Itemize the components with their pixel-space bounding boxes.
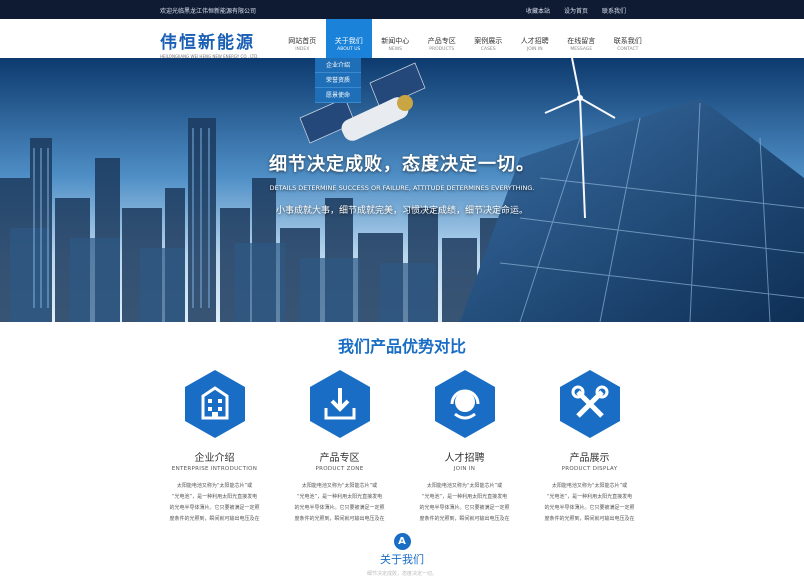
logo-text: 伟恒新能源 bbox=[160, 33, 255, 53]
card-subtitle: JOIN IN bbox=[453, 466, 476, 472]
logo[interactable]: 伟恒新能源 HEILONGJIANG WEI HENG NEW ENERGY C… bbox=[160, 28, 259, 59]
card-enterprise[interactable]: 企业介绍 ENTERPRISE INTRODUCTION 太阳能电池又称为“太阳… bbox=[167, 368, 262, 525]
desc-line: “光电池”，是一种利用太阳光直接发电 bbox=[171, 494, 258, 500]
card-title: 产品专区 bbox=[319, 453, 360, 464]
desc-line: 的光电半导体薄片。它只要被满足一定照 bbox=[544, 505, 635, 511]
set-homepage-link[interactable]: 设为首页 bbox=[564, 6, 588, 15]
bookmark-link[interactable]: 收藏本站 bbox=[526, 6, 550, 15]
about-title: 关于我们 bbox=[380, 553, 424, 566]
card-title: 人才招聘 bbox=[444, 453, 485, 464]
card-subtitle: ENTERPRISE INTRODUCTION bbox=[171, 466, 258, 472]
nav-label: 人才招聘 bbox=[520, 37, 549, 45]
tools-icon bbox=[559, 370, 620, 438]
nav-label: 联系我们 bbox=[613, 37, 642, 45]
nav-sublabel: NEWS bbox=[388, 47, 402, 52]
card-subtitle: PRODUCT ZONE bbox=[315, 466, 364, 472]
nav-sublabel: CASES bbox=[480, 47, 496, 52]
card-description: 太阳能电池又称为“太阳能芯片”或 “光电池”，是一种利用太阳光直接发电 的光电半… bbox=[417, 481, 512, 525]
desc-line: 太阳能电池又称为“太阳能芯片”或 bbox=[176, 483, 253, 489]
nav-label: 案例展示 bbox=[474, 37, 503, 45]
desc-line: 太阳能电池又称为“太阳能芯片”或 bbox=[551, 483, 628, 489]
desc-line: 的光电半导体薄片。它只要被满足一定照 bbox=[419, 505, 510, 511]
card-products[interactable]: 产品专区 PRODUCT ZONE 太阳能电池又称为“太阳能芯片”或 “光电池”… bbox=[292, 368, 387, 525]
nav-item-join[interactable]: 人才招聘 JOIN IN bbox=[512, 19, 559, 58]
welcome-text: 欢迎光临黑龙江伟恒新能源有限公司 bbox=[160, 8, 257, 15]
nav-item-contact[interactable]: 联系我们 CONTACT bbox=[605, 19, 652, 58]
top-links: 收藏本站 设为首页 联系我们 bbox=[526, 6, 626, 15]
card-description: 太阳能电池又称为“太阳能芯片”或 “光电池”，是一种利用太阳光直接发电 的光电半… bbox=[542, 481, 637, 525]
about-subtitle: 细节决定成败，态度决定一切。 bbox=[366, 571, 437, 577]
card-title: 产品展示 bbox=[569, 453, 610, 464]
nav-item-cases[interactable]: 案例展示 CASES bbox=[465, 19, 512, 58]
nav-item-index[interactable]: 网站首页 INDEX bbox=[279, 19, 326, 58]
nav-item-message[interactable]: 在线留言 MESSAGE bbox=[558, 19, 605, 58]
desc-line: “光电池”，是一种利用太阳光直接发电 bbox=[421, 494, 508, 500]
desc-line: 的光电半导体薄片。它只要被满足一定照 bbox=[294, 505, 385, 511]
nav-item-about[interactable]: 关于我们 ABOUT US bbox=[325, 19, 372, 58]
banner-slogan-sub: 小事成就大事，细节成就完美，习惯决定成绩，细节决定命运。 bbox=[275, 206, 528, 216]
nav-sublabel: ABOUT US bbox=[337, 47, 361, 52]
download-icon bbox=[309, 370, 370, 438]
about-dropdown: 企业介绍 荣誉资质 愿景使命 bbox=[315, 58, 361, 103]
desc-line: 度条件的光照到，瞬间就可输出电压及在 bbox=[419, 516, 510, 522]
nav-label: 在线留言 bbox=[567, 37, 596, 45]
nav-label: 产品专区 bbox=[427, 37, 456, 45]
dropdown-item-intro[interactable]: 企业介绍 bbox=[315, 58, 361, 73]
hero-banner: 细节决定成败，态度决定一切。 DETAILS DETERMINE SUCCESS… bbox=[0, 58, 804, 322]
headset-icon bbox=[434, 370, 495, 438]
card-description: 太阳能电池又称为“太阳能芯片”或 “光电池”，是一种利用太阳光直接发电 的光电半… bbox=[167, 481, 262, 525]
contact-link[interactable]: 联系我们 bbox=[602, 6, 626, 15]
nav-label: 新闻中心 bbox=[381, 37, 410, 45]
nav-sublabel: JOIN IN bbox=[526, 47, 543, 52]
nav-sublabel: MESSAGE bbox=[570, 47, 593, 52]
dropdown-item-honors[interactable]: 荣誉资质 bbox=[315, 73, 361, 88]
top-bar: 欢迎光临黑龙江伟恒新能源有限公司 收藏本站 设为首页 联系我们 bbox=[0, 0, 804, 19]
desc-line: 度条件的光照到，瞬间就可输出电压及在 bbox=[169, 516, 260, 522]
card-title: 企业介绍 bbox=[194, 453, 235, 464]
nav-sublabel: INDEX bbox=[295, 47, 310, 52]
nav-label: 网站首页 bbox=[288, 37, 317, 45]
section-title: 我们产品优势对比 bbox=[337, 337, 466, 356]
desc-line: 度条件的光照到，瞬间就可输出电压及在 bbox=[294, 516, 385, 522]
about-section: A 关于我们 细节决定成败，态度决定一切。 bbox=[0, 533, 804, 577]
main-nav: 网站首页 INDEX 关于我们 ABOUT US 新闻中心 NEWS 产品专区 PROD… bbox=[279, 19, 651, 58]
nav-item-products[interactable]: 产品专区 PRODUCTS bbox=[419, 19, 466, 58]
desc-line: 的光电半导体薄片。它只要被满足一定照 bbox=[169, 505, 260, 511]
nav-label: 关于我们 bbox=[334, 37, 363, 45]
card-display[interactable]: 产品展示 PRODUCT DISPLAY 太阳能电池又称为“太阳能芯片”或 “光… bbox=[542, 368, 637, 525]
card-description: 太阳能电池又称为“太阳能芯片”或 “光电池”，是一种利用太阳光直接发电 的光电半… bbox=[292, 481, 387, 525]
desc-line: “光电池”，是一种利用太阳光直接发电 bbox=[546, 494, 633, 500]
card-subtitle: PRODUCT DISPLAY bbox=[561, 466, 618, 472]
card-join[interactable]: 人才招聘 JOIN IN 太阳能电池又称为“太阳能芯片”或 “光电池”，是一种利… bbox=[417, 368, 512, 525]
nav-sublabel: PRODUCTS bbox=[429, 47, 455, 52]
banner-slogan-en: DETAILS DETERMINE SUCCESS OR FAILURE, AT… bbox=[269, 184, 535, 192]
header: 伟恒新能源 HEILONGJIANG WEI HENG NEW ENERGY C… bbox=[0, 19, 804, 59]
building-icon bbox=[184, 370, 245, 438]
desc-line: 太阳能电池又称为“太阳能芯片”或 bbox=[426, 483, 503, 489]
nav-sublabel: CONTACT bbox=[617, 47, 639, 52]
desc-line: “光电池”，是一种利用太阳光直接发电 bbox=[296, 494, 383, 500]
dropdown-item-vision[interactable]: 愿景使命 bbox=[315, 88, 361, 103]
desc-line: 度条件的光照到，瞬间就可输出电压及在 bbox=[544, 516, 635, 522]
desc-line: 太阳能电池又称为“太阳能芯片”或 bbox=[301, 483, 378, 489]
about-badge: A bbox=[393, 533, 411, 550]
nav-item-news[interactable]: 新闻中心 NEWS bbox=[372, 19, 419, 58]
banner-slogan: 细节决定成败，态度决定一切。 bbox=[269, 154, 535, 175]
